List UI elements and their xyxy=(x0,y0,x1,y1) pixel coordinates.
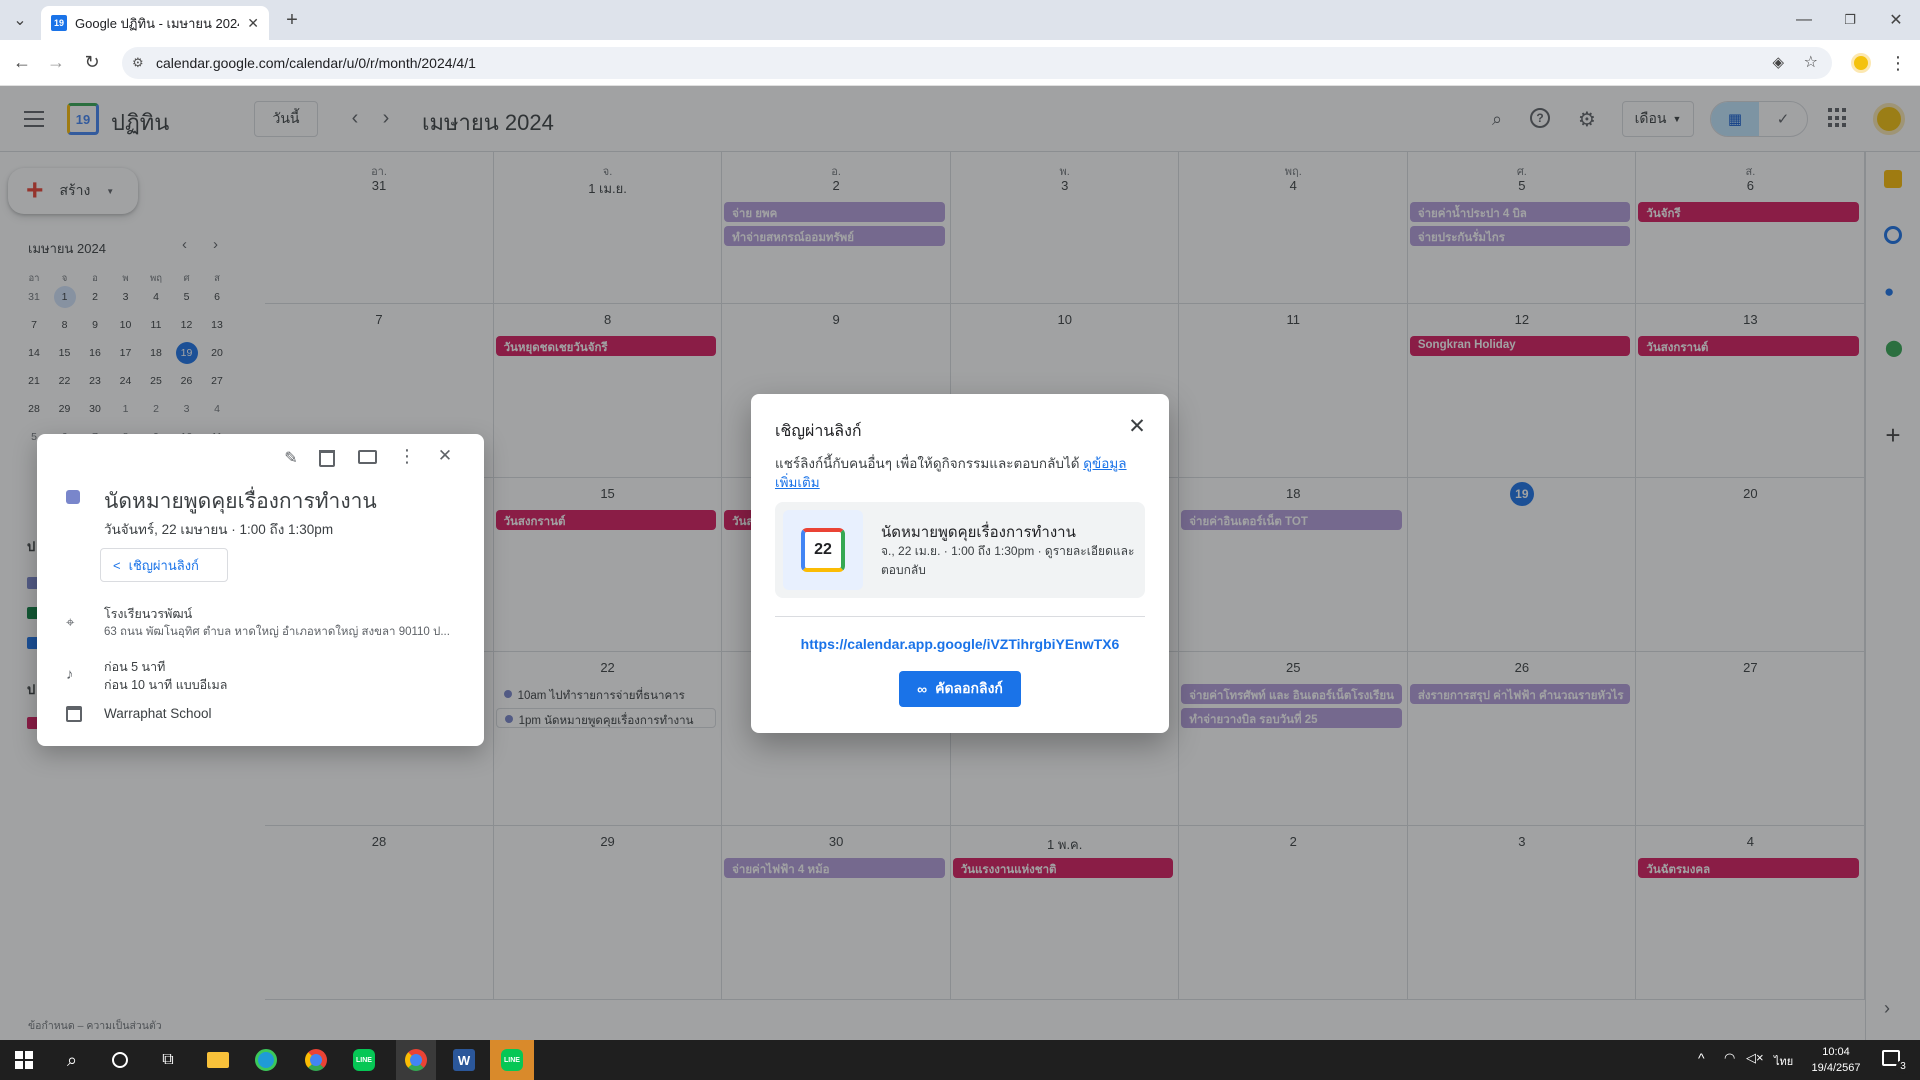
card-event-details: จ., 22 เม.ย. · 1:00 ถึง 1:30pm · ดูรายละ… xyxy=(881,544,1135,577)
dialog-description-text: แชร์ลิงก์นี้กับคนอื่นๆ เพื่อให้ดูกิจกรรม… xyxy=(775,456,1080,471)
input-language[interactable]: ไทย xyxy=(1774,1052,1793,1070)
location-name: โรงเรียนวรพัฒน์ xyxy=(104,607,193,621)
link-icon: ∞ xyxy=(917,681,928,697)
line-active-icon[interactable]: LINE xyxy=(490,1040,534,1080)
taskbar-search-icon[interactable]: ⌕ xyxy=(56,1044,88,1076)
browser-tab[interactable]: 19 Google ปฏิทิน - เมษายน 2024 ✕ xyxy=(41,6,269,40)
clock-date: 19/4/2567 xyxy=(1811,1062,1861,1074)
taskbar-clock[interactable]: 10:04 19/4/2567 xyxy=(1806,1044,1866,1076)
minimize-icon[interactable]: — xyxy=(1792,8,1816,32)
more-options-icon[interactable]: ⋮ xyxy=(398,446,416,468)
bell-icon: ♪ xyxy=(66,666,74,683)
task-view-icon[interactable]: ⧉ xyxy=(152,1044,184,1076)
share-icon: < xyxy=(113,557,121,573)
reload-icon[interactable]: ↻ xyxy=(80,50,104,74)
address-bar[interactable]: ⚙ calendar.google.com/calendar/u/0/r/mon… xyxy=(122,47,1832,79)
email-envelope-icon[interactable] xyxy=(358,450,377,464)
speaker-muted-icon[interactable]: ◁× xyxy=(1746,1050,1764,1066)
close-popup-icon[interactable]: ✕ xyxy=(434,446,456,468)
invite-link-url[interactable]: https://calendar.app.google/iVZTihrgbiYE… xyxy=(751,636,1169,652)
invite-link-dialog: เชิญผ่านลิงก์ ✕ แชร์ลิงก์นี้กับคนอื่นๆ เ… xyxy=(751,394,1169,733)
dialog-title: เชิญผ่านลิงก์ xyxy=(775,423,862,440)
event-details-popup: ✎ ⋮ ✕ นัดหมายพูดคุยเรื่องการทำงาน วันจัน… xyxy=(37,434,484,746)
tray-chevron-icon[interactable]: ^ xyxy=(1698,1050,1705,1066)
tab-title: Google ปฏิทิน - เมษายน 2024 xyxy=(75,15,240,31)
calendar-illustration: 22 xyxy=(783,510,863,590)
profile-avatar[interactable] xyxy=(1851,53,1871,73)
location-address: 63 ถนน พัฒโนอุทิศ ตำบล หาดใหญ่ อำเภอหาดใ… xyxy=(104,626,450,638)
copy-link-label: คัดลอกลิงก์ xyxy=(935,680,1003,696)
calendar-name: Warraphat School xyxy=(104,706,212,721)
bookmark-star-icon[interactable]: ☆ xyxy=(1804,52,1818,72)
clock-time: 10:04 xyxy=(1822,1046,1850,1058)
delete-trash-icon[interactable] xyxy=(319,450,335,467)
reminder-2: ก่อน 10 นาที แบบอีเมล xyxy=(104,678,228,692)
tab-close-icon[interactable]: ✕ xyxy=(247,15,259,32)
cortana-circle-icon[interactable] xyxy=(104,1044,136,1076)
forward-arrow-icon[interactable]: → xyxy=(44,50,68,74)
calendar-icon xyxy=(66,706,82,722)
url-text: calendar.google.com/calendar/u/0/r/month… xyxy=(156,55,476,71)
file-explorer-icon[interactable] xyxy=(202,1044,234,1076)
edit-pencil-icon[interactable]: ✎ xyxy=(280,448,302,470)
back-arrow-icon[interactable]: ← xyxy=(10,50,34,74)
event-date-time: วันจันทร์, 22 เมษายน · 1:00 ถึง 1:30pm xyxy=(104,522,334,537)
event-color-swatch xyxy=(66,490,80,504)
event-preview-card: 22 นัดหมายพูดคุยเรื่องการทำงาน จ., 22 เม… xyxy=(775,502,1145,598)
word-app-icon[interactable]: W xyxy=(448,1044,480,1076)
line-app-icon[interactable]: LINE xyxy=(348,1044,380,1076)
dialog-close-icon[interactable]: ✕ xyxy=(1124,414,1150,440)
card-event-title: นัดหมายพูดคุยเรื่องการทำงาน xyxy=(881,524,1076,541)
windows-start-icon[interactable] xyxy=(8,1044,40,1076)
invite-via-link-label: เชิญผ่านลิงก์ xyxy=(128,557,199,573)
edge-browser-icon[interactable] xyxy=(250,1044,282,1076)
chrome-active-icon[interactable] xyxy=(396,1040,436,1080)
restore-icon[interactable]: ❐ xyxy=(1838,8,1862,32)
divider xyxy=(775,616,1145,617)
wifi-icon[interactable]: ◠ xyxy=(1724,1050,1735,1066)
calendar-favicon-icon: 19 xyxy=(51,15,67,31)
event-title: นัดหมายพูดคุยเรื่องการทำงาน xyxy=(104,490,377,513)
window-close-icon[interactable]: ✕ xyxy=(1884,8,1908,32)
tab-search-chevron-icon[interactable]: ⌄ xyxy=(8,10,32,30)
dialog-description: แชร์ลิงก์นี้กับคนอื่นๆ เพื่อให้ดูกิจกรรม… xyxy=(775,454,1147,492)
calendar-date-icon: 22 xyxy=(801,528,845,572)
reminder-1: ก่อน 5 นาที xyxy=(104,660,166,674)
location-pin-icon: ⌖ xyxy=(66,614,75,631)
chrome-browser-icon[interactable] xyxy=(300,1044,332,1076)
notification-count-badge: 3 xyxy=(1896,1060,1910,1074)
copy-link-button[interactable]: ∞ คัดลอกลิงก์ xyxy=(899,671,1021,707)
new-tab-plus-icon[interactable]: + xyxy=(280,9,304,31)
site-info-icon[interactable]: ⚙ xyxy=(132,55,144,71)
invite-via-link-button[interactable]: < เชิญผ่านลิงก์ xyxy=(100,548,228,582)
browser-tab-bar: ⌄ 19 Google ปฏิทิน - เมษายน 2024 ✕ + — ❐… xyxy=(0,0,1920,40)
windows-taskbar: ⌕ ⧉ LINE W LINE ^ ◠ ◁× ไทย 10:04 19/4/25… xyxy=(0,1040,1920,1080)
eye-icon[interactable]: ◈ xyxy=(1772,53,1784,71)
browser-menu-icon[interactable]: ⋮ xyxy=(1888,52,1908,74)
